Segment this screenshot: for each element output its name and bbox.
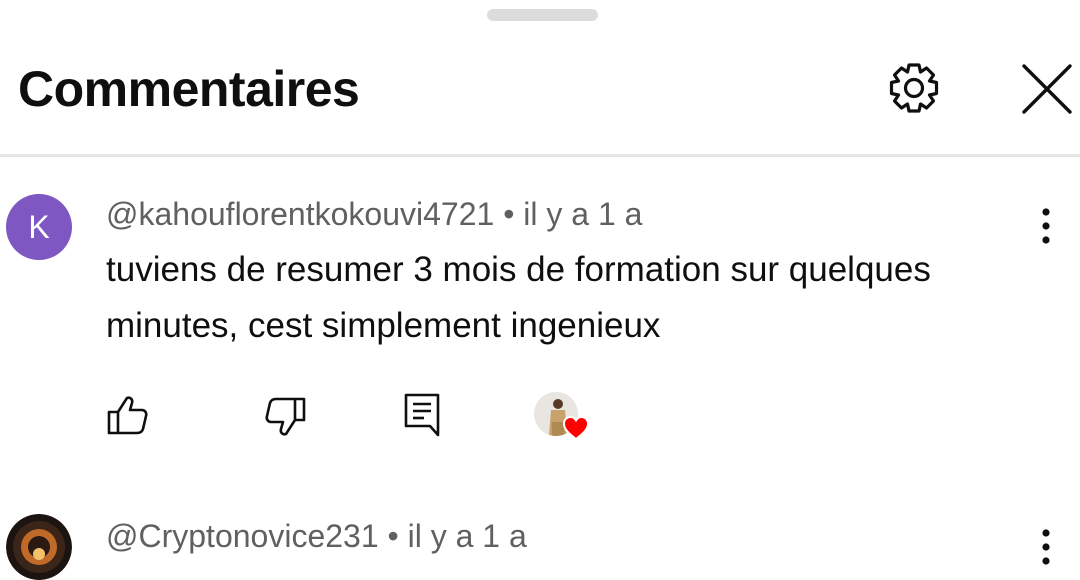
heart-icon <box>562 415 590 441</box>
like-button[interactable] <box>105 392 151 438</box>
avatar[interactable]: K <box>6 194 72 260</box>
header-divider <box>0 154 1080 157</box>
settings-button[interactable] <box>884 58 944 118</box>
panel-title: Commentaires <box>18 61 360 117</box>
crypto-avatar-icon <box>6 514 72 580</box>
comment-text: tuviens de resumer 3 mois de formation s… <box>106 250 931 345</box>
creator-heart <box>532 392 592 444</box>
close-button[interactable] <box>1018 60 1076 118</box>
reply-icon <box>404 393 440 437</box>
avatar[interactable] <box>6 514 72 580</box>
more-options-button[interactable] <box>1028 526 1064 568</box>
drag-handle[interactable] <box>487 9 598 21</box>
dislike-button[interactable] <box>262 394 308 440</box>
more-options-button[interactable] <box>1028 205 1064 247</box>
comment-meta[interactable]: @Cryptonovice231 • il y a 1 a <box>106 516 527 556</box>
like-icon <box>107 396 148 435</box>
more-vert-icon <box>1042 208 1050 244</box>
more-vert-icon <box>1042 529 1050 565</box>
dislike-icon <box>265 397 306 436</box>
reply-button[interactable] <box>400 392 446 438</box>
close-icon <box>1022 64 1072 114</box>
gear-icon <box>889 63 939 113</box>
comment-meta[interactable]: @kahouflorentkokouvi4721 • il y a 1 a <box>106 194 642 234</box>
